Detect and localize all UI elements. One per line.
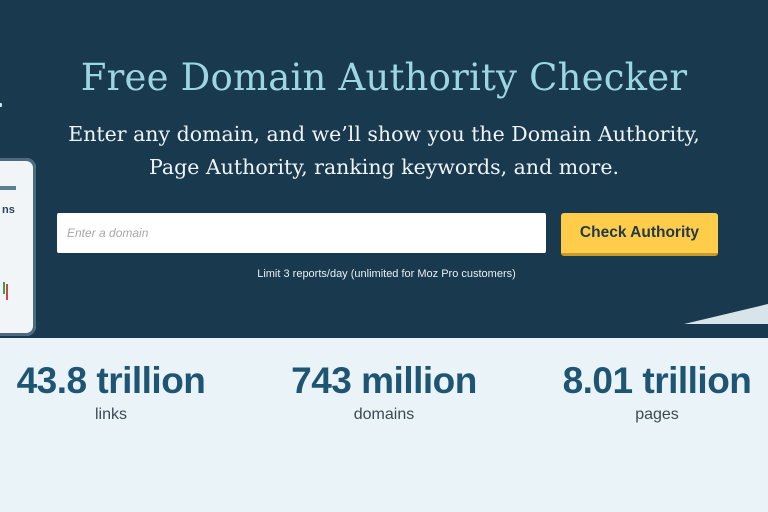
limit-note: Limit 3 reports/day (unlimited for Moz P…	[257, 268, 516, 280]
stat-value: 8.01 trillion	[562, 360, 752, 401]
hero-banner: ns Free Domain Authority Checker Enter a…	[0, 0, 768, 338]
stat-value: 743 million	[291, 360, 477, 401]
stat-pages: 8.01 trillion pages	[546, 360, 768, 424]
check-authority-button[interactable]: Check Authority	[561, 213, 718, 256]
stat-links: 43.8 trillion links	[0, 360, 222, 424]
stat-label: domains	[353, 406, 415, 423]
page-title: Free Domain Authority Checker	[80, 56, 688, 99]
page-subtitle: Enter any domain, and we’ll show you the…	[68, 122, 700, 179]
decorative-line	[0, 186, 16, 190]
decorative-device-preview: ns	[0, 158, 36, 336]
stat-value: 43.8 trillion	[16, 360, 206, 401]
domain-input[interactable]	[57, 213, 546, 253]
decorative-bar-red	[6, 284, 8, 300]
decorative-dot	[0, 103, 2, 107]
decorative-device-text: ns	[2, 204, 15, 216]
stats-section: 43.8 trillion links 743 million domains …	[0, 338, 768, 512]
stat-label: links	[94, 406, 127, 423]
decorative-wedge	[684, 304, 768, 324]
decorative-bar-green	[3, 282, 5, 294]
stat-label: pages	[635, 406, 679, 423]
stat-domains: 743 million domains	[274, 360, 494, 424]
